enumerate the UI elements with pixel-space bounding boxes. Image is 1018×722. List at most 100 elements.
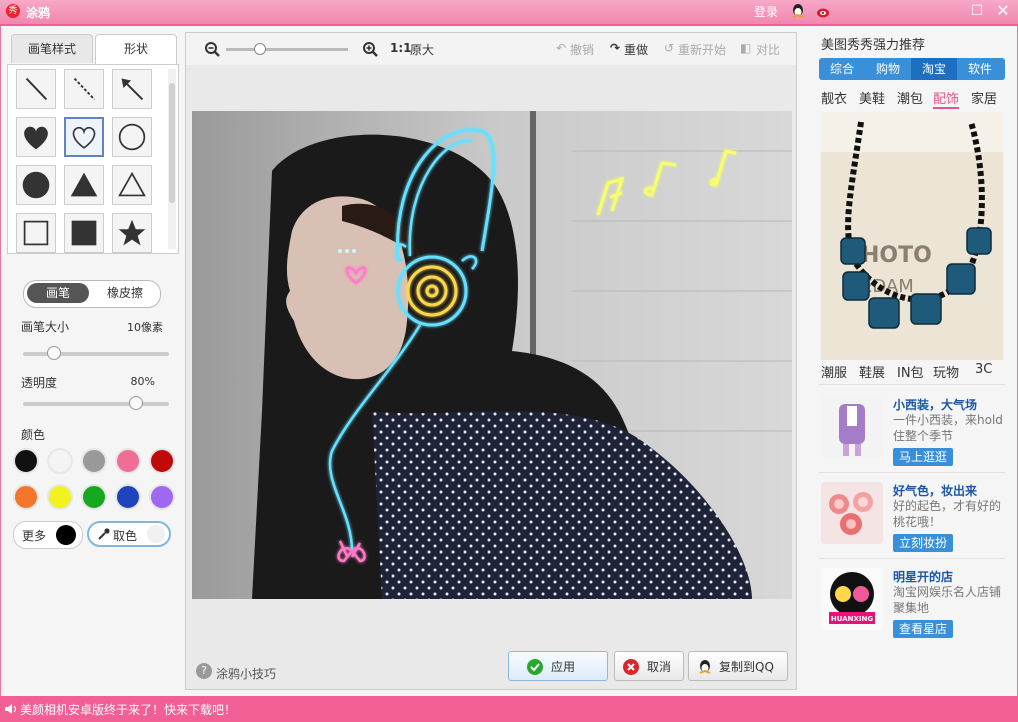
qq-penguin-icon [699, 660, 711, 674]
actual-size-prefix[interactable]: 1:1 [390, 41, 412, 55]
color-swatch[interactable] [149, 484, 175, 510]
promo-item[interactable]: HUANXING 明星开的店 淘宝网娱乐名人店铺聚集地 查看星店 [819, 568, 1005, 648]
brush-size-value: 10像素 [127, 321, 163, 334]
redo-button[interactable]: 重做 [624, 41, 648, 58]
qq-icon[interactable] [790, 3, 806, 19]
close-icon[interactable]: ✕ [994, 3, 1012, 19]
promo-button-makeup[interactable]: 立刻妆扮 [893, 534, 953, 552]
dashed-line-shape-icon[interactable] [64, 69, 104, 109]
promo-title[interactable]: 明星开的店 [893, 568, 953, 585]
promo-title[interactable]: 好气色，妆出来 [893, 482, 977, 499]
restart-icon[interactable]: ↺ [664, 41, 674, 55]
cancel-button[interactable]: 取消 [614, 651, 684, 681]
color-swatch[interactable] [149, 448, 175, 474]
cancel-icon [623, 659, 639, 675]
promo-title[interactable]: 小西装，大气场 [893, 396, 977, 413]
zoom-in-icon[interactable] [362, 41, 378, 57]
tab-brush-style[interactable]: 画笔样式 [11, 34, 93, 63]
opacity-knob[interactable] [129, 396, 143, 410]
pen-mode-button[interactable]: 画笔 [27, 283, 89, 303]
circle-filled-shape-icon[interactable] [16, 165, 56, 205]
color-swatch[interactable] [115, 484, 141, 510]
more-colors-button[interactable]: 更多 [13, 521, 83, 549]
subcat2-3c[interactable]: 3C [975, 362, 992, 377]
brush-size-label: 画笔大小 [21, 320, 70, 334]
triangle-filled-shape-icon[interactable] [64, 165, 104, 205]
svg-text:HOTO: HOTO [861, 243, 932, 268]
weibo-icon[interactable] [816, 3, 832, 19]
tab-general[interactable]: 综合 [819, 58, 865, 80]
promo-button-star-store[interactable]: 查看星店 [893, 620, 953, 638]
line-shape-icon[interactable] [16, 69, 56, 109]
color-swatch[interactable] [13, 448, 39, 474]
undo-button[interactable]: 撤销 [570, 41, 594, 58]
compare-icon[interactable]: ◧ [740, 41, 751, 55]
apply-button[interactable]: 应用 [508, 651, 608, 681]
actual-size-button[interactable]: 原大 [410, 41, 434, 58]
square-filled-shape-icon[interactable] [64, 213, 104, 253]
maximize-icon[interactable]: ☐ [968, 3, 986, 19]
zoom-slider[interactable] [226, 43, 348, 55]
star-shape-icon[interactable] [112, 213, 152, 253]
copy-to-qq-button[interactable]: 复制到QQ [688, 651, 788, 681]
heart-filled-shape-icon[interactable] [16, 117, 56, 157]
login-link[interactable]: 登录 [754, 3, 778, 20]
shape-scrollbar[interactable] [168, 69, 176, 249]
recommend-tabs: 综合 购物 淘宝 软件 [819, 58, 1005, 80]
color-swatch[interactable] [47, 484, 73, 510]
color-picker-label: 取色 [113, 529, 138, 543]
color-swatch[interactable] [47, 448, 73, 474]
restart-button[interactable]: 重新开始 [678, 41, 726, 58]
subcat2-shoe-show[interactable]: 鞋展 [859, 362, 885, 381]
subcat2-fashion[interactable]: 潮服 [821, 362, 847, 381]
eraser-mode-button[interactable]: 橡皮擦 [94, 283, 156, 303]
subcat-bags[interactable]: 潮包 [897, 88, 923, 107]
zoom-out-icon[interactable] [204, 41, 220, 57]
photo-canvas[interactable] [192, 111, 792, 599]
help-icon[interactable]: ? [196, 663, 212, 679]
circle-outline-shape-icon[interactable] [112, 117, 152, 157]
color-picker-button[interactable]: 取色 [87, 521, 171, 547]
tab-taobao[interactable]: 淘宝 [911, 58, 957, 80]
subcat2-in-bags[interactable]: IN包 [897, 362, 924, 381]
tab-software[interactable]: 软件 [957, 58, 1003, 80]
color-swatch[interactable] [81, 448, 107, 474]
brush-size-knob[interactable] [47, 346, 61, 360]
subcat2-toys[interactable]: 玩物 [933, 362, 959, 381]
scrollbar-thumb[interactable] [169, 83, 175, 203]
heart-outline-shape-icon[interactable] [64, 117, 104, 157]
zoom-knob[interactable] [254, 43, 266, 55]
pen-eraser-toggle[interactable]: 画笔 橡皮擦 [23, 280, 161, 308]
subcat-home[interactable]: 家居 [971, 88, 997, 107]
color-swatch[interactable] [115, 448, 141, 474]
subcat-shoes[interactable]: 美鞋 [859, 88, 885, 107]
status-message[interactable]: 美颜相机安卓版终于来了！快来下载吧！ [20, 701, 236, 718]
undo-icon[interactable]: ↶ [556, 41, 566, 55]
necklace-ad-image[interactable]: HOTO EDAM [821, 112, 1003, 360]
color-swatch[interactable] [13, 484, 39, 510]
arrow-shape-icon[interactable] [112, 69, 152, 109]
window-title: 涂鸦 [26, 6, 51, 20]
compare-button[interactable]: 对比 [756, 41, 780, 58]
subcat-accessories[interactable]: 配饰 [933, 88, 960, 109]
more-colors-label: 更多 [22, 529, 47, 543]
promo-item[interactable]: 小西装，大气场 一件小西装，来hold住整个季节 马上逛逛 [819, 396, 1005, 476]
suit-promo-image[interactable] [821, 396, 883, 458]
subcat-clothes[interactable]: 靓衣 [821, 88, 847, 107]
promo-button-suit[interactable]: 马上逛逛 [893, 448, 953, 466]
opacity-slider[interactable] [23, 396, 169, 410]
doodle-tips-link[interactable]: 涂鸦小技巧 [216, 665, 276, 682]
color-swatch[interactable] [81, 484, 107, 510]
tab-shopping[interactable]: 购物 [865, 58, 911, 80]
triangle-outline-shape-icon[interactable] [112, 165, 152, 205]
redo-icon[interactable]: ↷ [610, 41, 620, 55]
promo-desc: 好的起色，才有好的桃花哦！ [893, 499, 1002, 529]
promo-item[interactable]: 好气色，妆出来 好的起色，才有好的桃花哦！ 立刻妆扮 [819, 482, 1005, 562]
star-store-promo-image[interactable]: HUANXING [821, 568, 883, 630]
brush-size-slider[interactable] [23, 346, 169, 360]
square-outline-shape-icon[interactable] [16, 213, 56, 253]
app-logo-icon: 秀 [6, 4, 20, 18]
brand-logo-text: HUANXING [831, 615, 873, 623]
tab-shape[interactable]: 形状 [95, 34, 177, 65]
makeup-promo-image[interactable] [821, 482, 883, 544]
